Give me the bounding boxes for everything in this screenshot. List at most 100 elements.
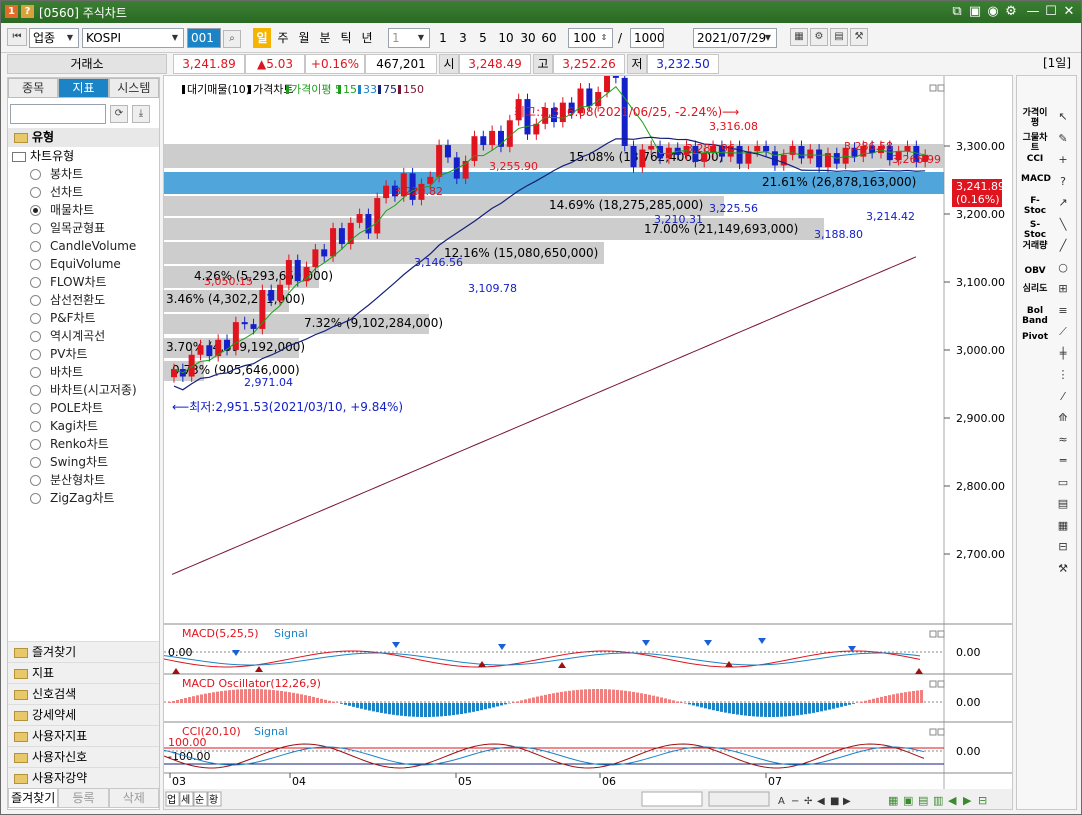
interval-3-button[interactable]: 3 xyxy=(455,28,471,48)
radio-icon[interactable] xyxy=(30,385,41,396)
drawing-tool-icon[interactable]: ≈ xyxy=(1053,431,1073,449)
save-icon[interactable]: ▤ xyxy=(830,28,848,46)
search-input[interactable] xyxy=(10,104,106,124)
folder-item[interactable]: 사용자강약 xyxy=(8,767,159,788)
drawing-tool-icon[interactable]: ⋮ xyxy=(1053,366,1073,384)
register-button[interactable]: 등록 xyxy=(58,788,109,808)
folder-item[interactable]: 신호검색 xyxy=(8,683,159,704)
radio-icon[interactable] xyxy=(30,169,41,180)
drawing-tool-icon[interactable]: ≡ xyxy=(1053,302,1073,320)
drawing-tool-icon[interactable]: ╪ xyxy=(1053,345,1073,363)
search-icon[interactable]: ⌕ xyxy=(223,30,241,48)
radio-icon[interactable] xyxy=(30,421,41,432)
indicator-button[interactable]: Pivot xyxy=(1021,332,1049,342)
chart-type-item[interactable]: 일목균형표 xyxy=(8,219,159,237)
category-select[interactable]: 업종 ▼ xyxy=(29,28,79,48)
interval-10-button[interactable]: 10 xyxy=(496,28,516,48)
indicator-button[interactable]: CCI xyxy=(1021,154,1049,164)
indicator-button[interactable]: 그물차트 xyxy=(1021,133,1049,153)
maximize-button[interactable]: ☐ xyxy=(1043,4,1059,20)
radio-icon[interactable] xyxy=(30,349,41,360)
indicator-button[interactable]: 거래량 xyxy=(1021,241,1049,251)
refresh-icon[interactable]: ⟳ xyxy=(110,105,128,123)
chart-type-item[interactable]: 분산형차트 xyxy=(8,471,159,489)
indicator-button[interactable]: 심리도 xyxy=(1021,284,1049,294)
folder-item[interactable]: 강세약세 xyxy=(8,704,159,725)
radio-icon[interactable] xyxy=(30,187,41,198)
period-day-button[interactable]: 일 xyxy=(253,28,271,48)
radio-icon[interactable] xyxy=(30,313,41,324)
chart-canvas[interactable]: 대기매물(10) 가격차트가격이평 5 15 33 75 1503,300.003,200… xyxy=(163,63,1012,809)
indicator-button[interactable]: OBV xyxy=(1021,266,1049,276)
indicator-button[interactable]: S-Stoc xyxy=(1021,220,1049,240)
total-input[interactable]: 1000 xyxy=(630,28,665,48)
period-week-button[interactable]: 주 xyxy=(274,28,292,48)
tab-favorites[interactable]: 즐겨찾기 xyxy=(8,788,59,808)
drawing-tool-icon[interactable]: ⚒ xyxy=(1053,560,1073,578)
indicator-button[interactable]: MACD xyxy=(1021,174,1051,184)
drawing-tool-icon[interactable]: ? xyxy=(1053,173,1073,191)
chart-type-item[interactable]: Renko차트 xyxy=(8,435,159,453)
chart-type-item[interactable]: ZigZag차트 xyxy=(8,489,159,507)
drawing-tool-icon[interactable]: ▤ xyxy=(1053,495,1073,513)
chart-config-icon[interactable]: ▦ xyxy=(790,28,808,46)
period-year-button[interactable]: 년 xyxy=(358,28,376,48)
chart-type-item[interactable]: Kagi차트 xyxy=(8,417,159,435)
save-screen-icon[interactable]: ▣ xyxy=(967,4,983,20)
close-button[interactable]: ✕ xyxy=(1061,4,1077,20)
chart-type-item[interactable]: 봉차트 xyxy=(8,165,159,183)
chart-type-item[interactable]: 매물차트 xyxy=(8,201,159,219)
radio-icon[interactable] xyxy=(30,475,41,486)
camera-icon[interactable]: ◉ xyxy=(985,4,1001,20)
drawing-tool-icon[interactable]: ⊟ xyxy=(1053,538,1073,556)
radio-icon[interactable] xyxy=(30,277,41,288)
radio-icon[interactable] xyxy=(30,493,41,504)
download-icon[interactable]: ⤓ xyxy=(132,105,150,123)
chart-area[interactable]: 대기매물(10) 가격차트 가격이평 5 15 33 75 150 3,300.00 3,200… xyxy=(163,63,1013,810)
drawing-tool-icon[interactable]: ↗ xyxy=(1053,194,1073,212)
folder-item[interactable]: 사용자신호 xyxy=(8,746,159,767)
chart-type-item[interactable]: FLOW차트 xyxy=(8,273,159,291)
tree-group[interactable]: 차트유형 xyxy=(8,147,159,165)
minimize-button[interactable]: — xyxy=(1025,4,1041,20)
chart-type-item[interactable]: 역시계곡선 xyxy=(8,327,159,345)
chart-type-item[interactable]: P&F차트 xyxy=(8,309,159,327)
radio-icon[interactable] xyxy=(30,403,41,414)
radio-icon[interactable] xyxy=(30,205,41,216)
drawing-tool-icon[interactable]: ⊞ xyxy=(1053,280,1073,298)
drawing-tool-icon[interactable]: ╲ xyxy=(1053,216,1073,234)
radio-icon[interactable] xyxy=(30,367,41,378)
folder-item[interactable]: 즐겨찾기 xyxy=(8,641,159,662)
indicator-button[interactable]: F-Stoc xyxy=(1021,196,1049,216)
drawing-tool-icon[interactable]: ✎ xyxy=(1053,130,1073,148)
tab-indicator[interactable]: 지표 xyxy=(58,78,109,98)
indicator-button[interactable]: 가격이평 xyxy=(1021,108,1049,128)
radio-icon[interactable] xyxy=(30,241,41,252)
period-tick-button[interactable]: 틱 xyxy=(337,28,355,48)
chart-type-item[interactable]: 바차트 xyxy=(8,363,159,381)
drawing-tool-icon[interactable]: ╱ xyxy=(1053,237,1073,255)
radio-icon[interactable] xyxy=(30,439,41,450)
tab-system[interactable]: 시스템 xyxy=(108,78,159,98)
drawing-tool-icon[interactable]: ⁄ xyxy=(1053,388,1073,406)
period-month-button[interactable]: 월 xyxy=(295,28,313,48)
link-icon[interactable]: ⧉ xyxy=(949,4,965,20)
date-select[interactable]: 2021/07/29 ▼ xyxy=(693,28,777,48)
folder-item[interactable]: 지표 xyxy=(8,662,159,683)
chart-type-item[interactable]: 선차트 xyxy=(8,183,159,201)
count-input[interactable]: 100 ⇕ xyxy=(568,28,613,48)
tool-icon[interactable]: ⚒ xyxy=(850,28,868,46)
chart-type-item[interactable]: 바차트(시고저종) xyxy=(8,381,159,399)
drawing-tool-icon[interactable]: ○ xyxy=(1053,259,1073,277)
drawing-tool-icon[interactable]: ⟋ xyxy=(1053,323,1073,341)
chart-type-item[interactable]: Swing차트 xyxy=(8,453,159,471)
tab-stock[interactable]: 종목 xyxy=(8,78,59,98)
interval-1-button[interactable]: 1 xyxy=(435,28,451,48)
radio-icon[interactable] xyxy=(30,331,41,342)
first-icon[interactable]: ⏮ xyxy=(7,28,27,46)
delete-button[interactable]: 삭제 xyxy=(108,788,159,808)
chart-type-item[interactable]: PV차트 xyxy=(8,345,159,363)
drawing-tool-icon[interactable]: ▭ xyxy=(1053,474,1073,492)
settings-icon[interactable]: ⚙ xyxy=(1003,4,1019,20)
gear-icon[interactable]: ⚙ xyxy=(810,28,828,46)
